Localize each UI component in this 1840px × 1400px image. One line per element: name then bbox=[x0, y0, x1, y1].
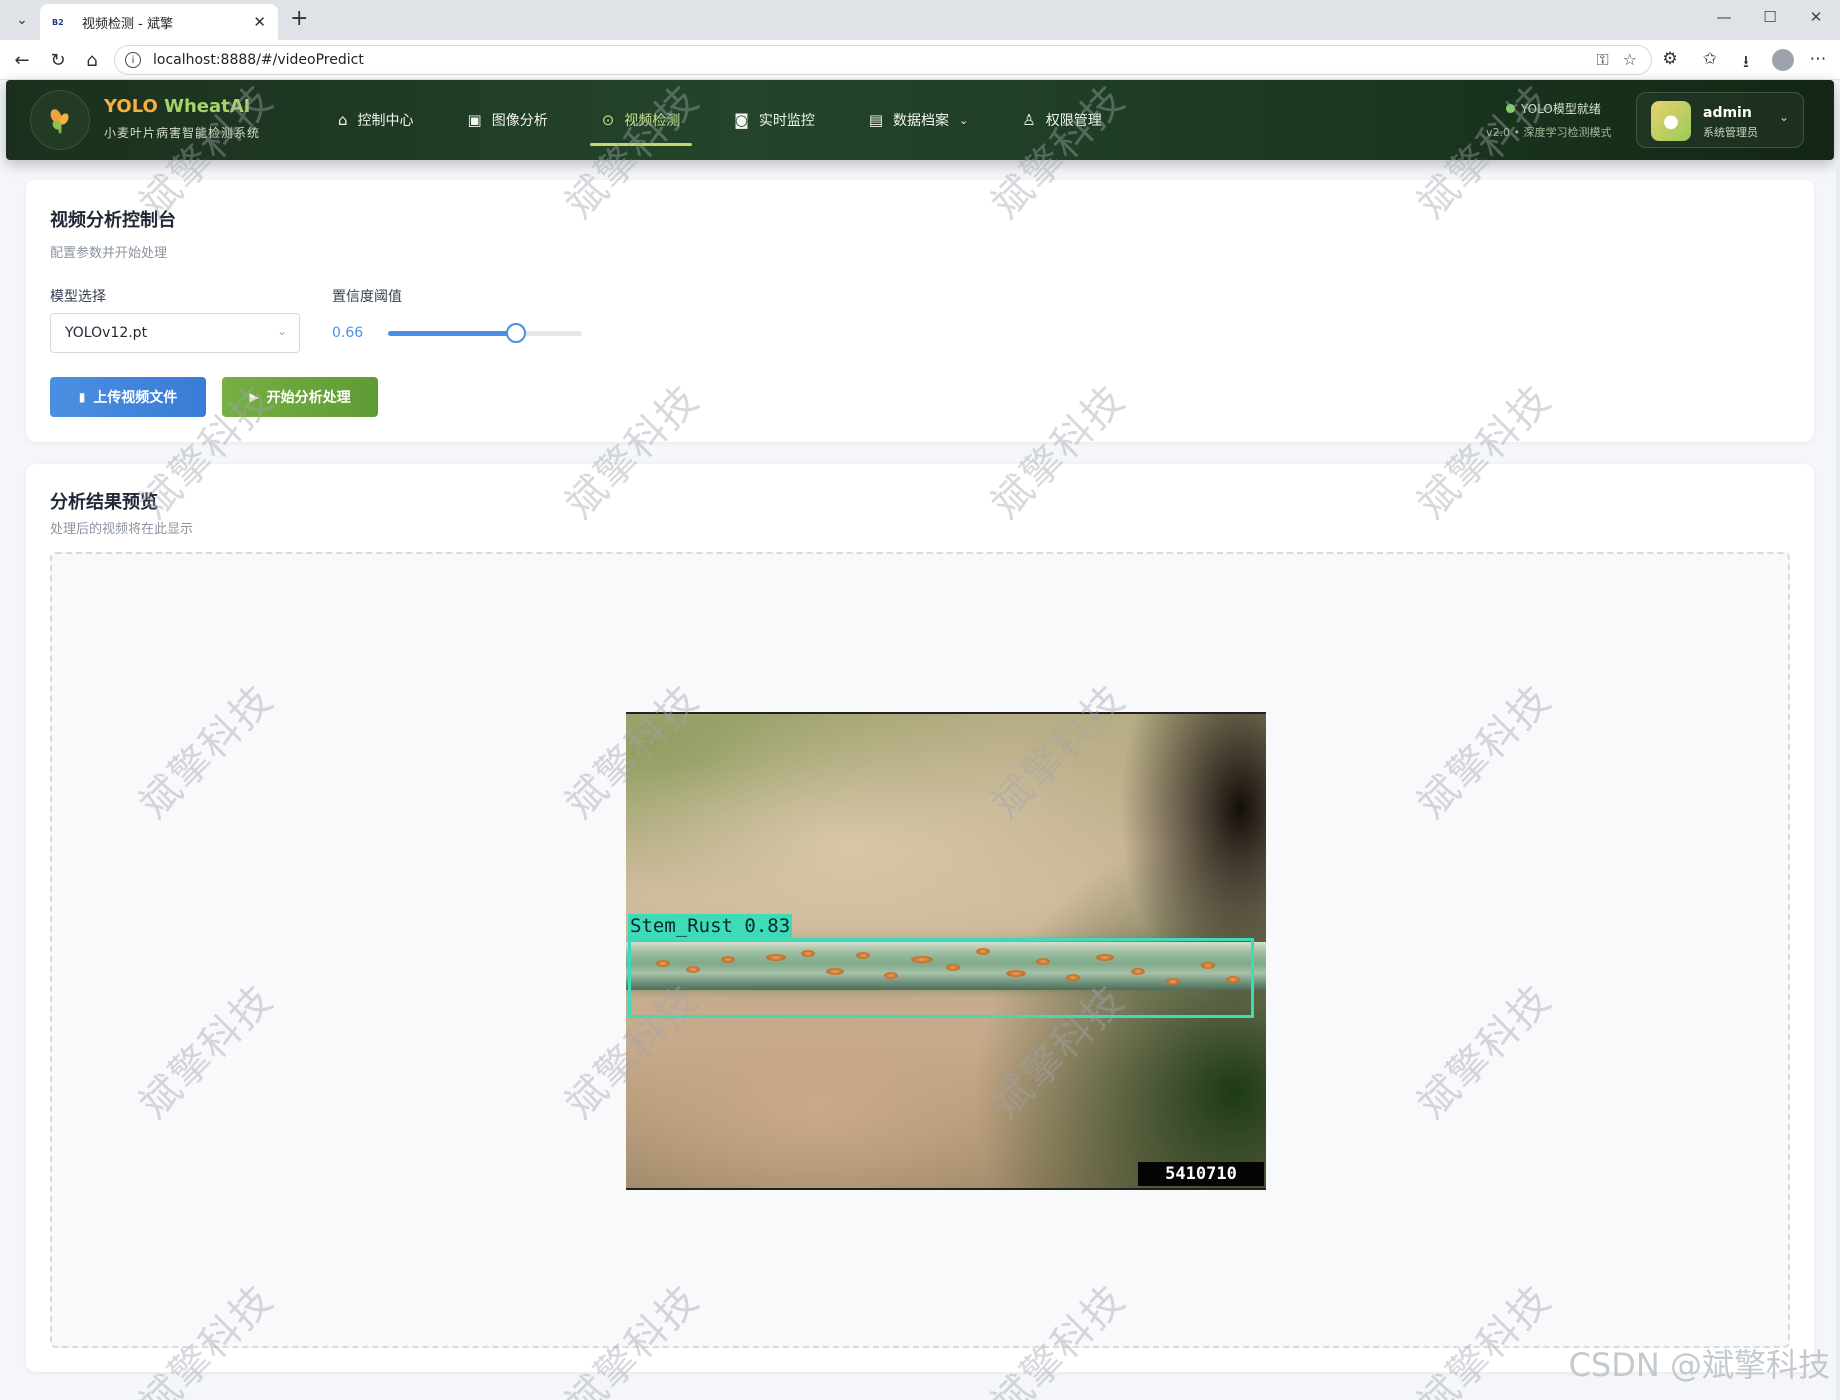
image-icon: ▣ bbox=[467, 111, 482, 129]
chevron-down-icon: ⌄ bbox=[1778, 110, 1789, 124]
video-preview-area: Stem_Rust 0.83 5410710 bbox=[50, 552, 1790, 1348]
back-icon[interactable]: ← bbox=[10, 48, 34, 72]
control-panel-card: 视频分析控制台 配置参数并开始处理 模型选择 YOLOv12.pt ⌄ 置信度阈… bbox=[26, 180, 1814, 442]
app-header: YOLO WheatAI 小麦叶片病害智能检测系统 ⌂ 控制中心 ▣ 图像分析 … bbox=[6, 80, 1834, 160]
main-nav: ⌂ 控制中心 ▣ 图像分析 ⊙ 视频检测 ◙ 实时监控 ▤ 数据档案 ⌄ ♙ 权… bbox=[326, 80, 1144, 160]
key-icon[interactable]: ⚿ bbox=[1596, 50, 1608, 70]
start-analysis-button[interactable]: ▶ 开始分析处理 bbox=[222, 377, 378, 417]
confidence-value: 0.66 bbox=[332, 325, 364, 341]
user-icon: ♙ bbox=[1022, 111, 1036, 129]
url-text[interactable]: localhost:8888/#/videoPredict bbox=[153, 52, 364, 68]
detection-label: Stem_Rust 0.83 bbox=[628, 914, 793, 938]
home-nav-icon[interactable]: ⌂ bbox=[80, 48, 104, 72]
confidence-slider[interactable] bbox=[388, 323, 582, 343]
model-select-value: YOLOv12.pt bbox=[65, 325, 148, 341]
chevron-down-icon: ⌄ bbox=[959, 113, 969, 127]
preview-title: 分析结果预览 bbox=[50, 492, 158, 513]
nav-item-realtime-monitor[interactable]: ◙ 实时监控 bbox=[722, 80, 827, 160]
maximize-icon[interactable]: ☐ bbox=[1758, 8, 1782, 26]
slider-fill bbox=[388, 331, 517, 336]
favorite-star-icon[interactable]: ☆ bbox=[1623, 50, 1637, 70]
browser-tab-bar: ⌄ B2 视频检测 - 斌擎 ✕ + — ☐ ✕ bbox=[0, 0, 1840, 40]
status-dot-icon bbox=[1506, 104, 1515, 113]
nav-item-video-detection[interactable]: ⊙ 视频检测 bbox=[589, 80, 693, 160]
file-icon: ▮ bbox=[78, 390, 86, 404]
model-select-label: 模型选择 bbox=[50, 289, 106, 305]
play-icon: ▶ bbox=[249, 390, 259, 404]
home-icon: ⌂ bbox=[338, 111, 348, 129]
chevron-down-icon: ⌄ bbox=[276, 324, 287, 338]
address-bar: ← ↻ ⌂ i localhost:8888/#/videoPredict ⚿ … bbox=[0, 40, 1840, 80]
nav-item-control-center[interactable]: ⌂ 控制中心 bbox=[326, 80, 426, 160]
play-circle-icon: ⊙ bbox=[601, 111, 615, 129]
reload-icon[interactable]: ↻ bbox=[46, 48, 70, 72]
user-role: 系统管理员 bbox=[1703, 126, 1758, 139]
document-icon: ▤ bbox=[868, 111, 884, 129]
nav-item-data-archive[interactable]: ▤ 数据档案 ⌄ bbox=[857, 80, 980, 160]
site-info-icon[interactable]: i bbox=[125, 52, 141, 68]
favorites-icon[interactable]: ✩ bbox=[1698, 49, 1722, 69]
model-status: YOLO模型就绪 bbox=[1506, 100, 1601, 117]
nav-item-permissions[interactable]: ♙ 权限管理 bbox=[1010, 80, 1113, 160]
extensions-icon[interactable]: ⚙ bbox=[1658, 49, 1682, 69]
new-tab-icon[interactable]: + bbox=[290, 8, 308, 30]
detection-box bbox=[628, 938, 1254, 1018]
slider-thumb[interactable] bbox=[506, 323, 527, 343]
window-close-icon[interactable]: ✕ bbox=[1804, 8, 1828, 26]
user-name: admin bbox=[1703, 105, 1752, 121]
user-menu[interactable]: ● admin 系统管理员 ⌄ bbox=[1636, 92, 1804, 148]
preview-card: 分析结果预览 处理后的视频将在此显示 Stem_Rust 0.83 541071… bbox=[26, 464, 1814, 1372]
control-panel-title: 视频分析控制台 bbox=[50, 210, 176, 231]
control-panel-subtitle: 配置参数并开始处理 bbox=[50, 246, 168, 261]
upload-video-button[interactable]: ▮ 上传视频文件 bbox=[50, 377, 206, 417]
tab-list-chevron-icon[interactable]: ⌄ bbox=[10, 8, 34, 32]
model-status-detail: v2.0 • 深度学习检测模式 bbox=[1486, 126, 1612, 139]
camera-icon: ◙ bbox=[734, 111, 749, 129]
confidence-label: 置信度阈值 bbox=[332, 289, 402, 305]
profile-avatar[interactable] bbox=[1772, 49, 1794, 71]
brand-name: YOLO WheatAI bbox=[104, 96, 251, 117]
brand-subtitle: 小麦叶片病害智能检测系统 bbox=[104, 126, 261, 140]
url-field[interactable]: i localhost:8888/#/videoPredict ⚿ ☆ bbox=[114, 45, 1652, 75]
browser-tab[interactable]: B2 视频检测 - 斌擎 ✕ bbox=[40, 4, 278, 40]
model-select[interactable]: YOLOv12.pt ⌄ bbox=[50, 313, 300, 353]
result-video[interactable]: Stem_Rust 0.83 5410710 bbox=[626, 712, 1266, 1190]
tab-favicon: B2 bbox=[52, 17, 64, 27]
tab-close-icon[interactable]: ✕ bbox=[253, 13, 266, 31]
preview-subtitle: 处理后的视频将在此显示 bbox=[50, 522, 194, 537]
tab-title: 视频检测 - 斌擎 bbox=[82, 16, 173, 32]
nav-item-image-analysis[interactable]: ▣ 图像分析 bbox=[456, 80, 560, 160]
download-icon[interactable]: ⭳ bbox=[1734, 49, 1758, 78]
more-menu-icon[interactable]: ⋯ bbox=[1806, 49, 1830, 69]
user-avatar-icon: ● bbox=[1651, 101, 1691, 141]
minimize-icon[interactable]: — bbox=[1712, 8, 1736, 26]
page-scrollbar[interactable] bbox=[1836, 160, 1840, 1400]
frame-id: 5410710 bbox=[1138, 1162, 1264, 1186]
wheat-logo-icon bbox=[30, 90, 90, 150]
